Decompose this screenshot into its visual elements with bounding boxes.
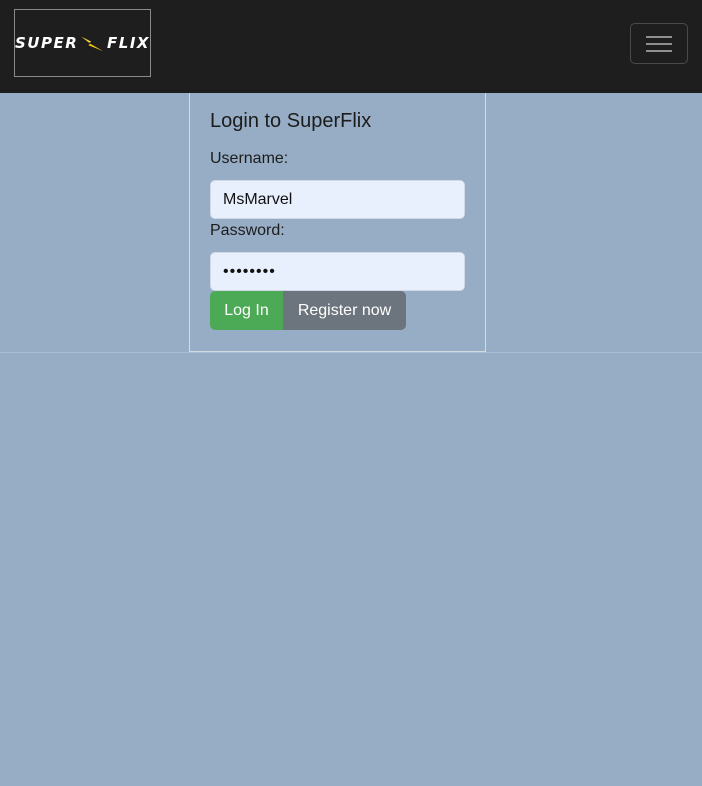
password-input[interactable] — [210, 252, 465, 291]
password-label: Password: — [210, 222, 285, 239]
navbar: SUPER FLIX — [0, 0, 702, 93]
brand-word-super: SUPER — [15, 34, 79, 52]
brand-word-flix: FLIX — [107, 34, 150, 52]
login-button[interactable]: Log In — [210, 291, 283, 330]
username-input[interactable] — [210, 180, 465, 219]
brand-logo[interactable]: SUPER FLIX — [14, 9, 151, 77]
login-title: Login to SuperFlix — [210, 110, 372, 132]
lightning-bolt-icon — [81, 36, 104, 52]
navbar-toggler-button[interactable] — [630, 23, 688, 64]
hamburger-menu-icon — [646, 35, 672, 52]
register-button[interactable]: Register now — [283, 291, 406, 330]
username-label: Username: — [210, 150, 289, 167]
